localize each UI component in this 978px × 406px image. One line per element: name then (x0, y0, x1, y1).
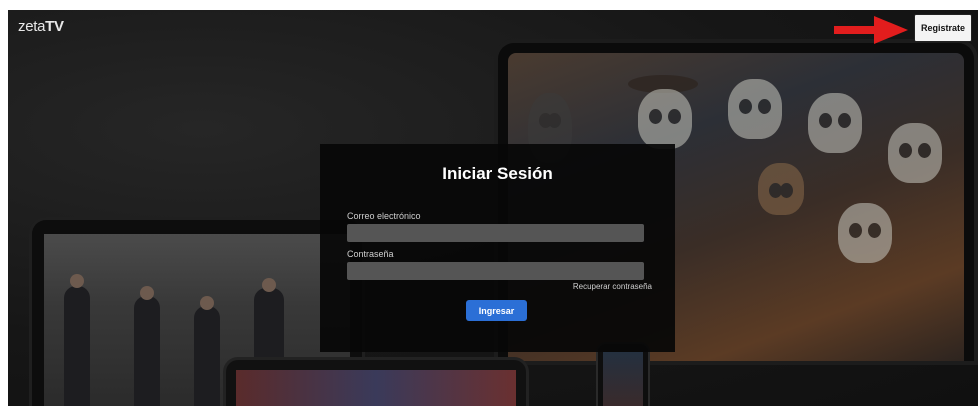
email-label: Correo electrónico (347, 211, 421, 221)
artwork-head (262, 278, 276, 292)
artwork-skull (888, 123, 942, 183)
artwork-head (200, 296, 214, 310)
tablet-device-image (226, 360, 526, 406)
artwork-head (70, 274, 84, 288)
zetatv-logo[interactable]: zetaTV (18, 18, 64, 35)
red-arrow-icon (834, 16, 908, 44)
artwork-character (758, 163, 804, 215)
email-field[interactable] (347, 224, 644, 242)
artwork-skull (838, 203, 892, 263)
phone-device-image (598, 344, 648, 406)
artwork-skull (638, 89, 692, 149)
artwork-person (194, 306, 220, 406)
logo-text-light: zeta (18, 18, 46, 35)
artwork-head (140, 286, 154, 300)
app-stage: zetaTV Registrate Iniciar Sesión Correo … (8, 10, 978, 406)
logo-text-bold: TV (45, 18, 64, 35)
recover-password-link[interactable]: Recuperar contraseña (573, 282, 652, 291)
artwork-skull (728, 79, 782, 139)
login-panel: Iniciar Sesión Correo electrónico Contra… (320, 144, 675, 352)
artwork-skull (808, 93, 862, 153)
login-submit-button[interactable]: Ingresar (466, 300, 527, 321)
password-label: Contraseña (347, 249, 394, 259)
login-title: Iniciar Sesión (442, 164, 553, 183)
phone-screen-artwork (603, 352, 643, 406)
register-button[interactable]: Registrate (914, 14, 972, 42)
artwork-person (134, 296, 160, 406)
password-field[interactable] (347, 262, 644, 280)
artwork-person (64, 286, 90, 406)
tablet-screen-artwork (236, 370, 516, 406)
